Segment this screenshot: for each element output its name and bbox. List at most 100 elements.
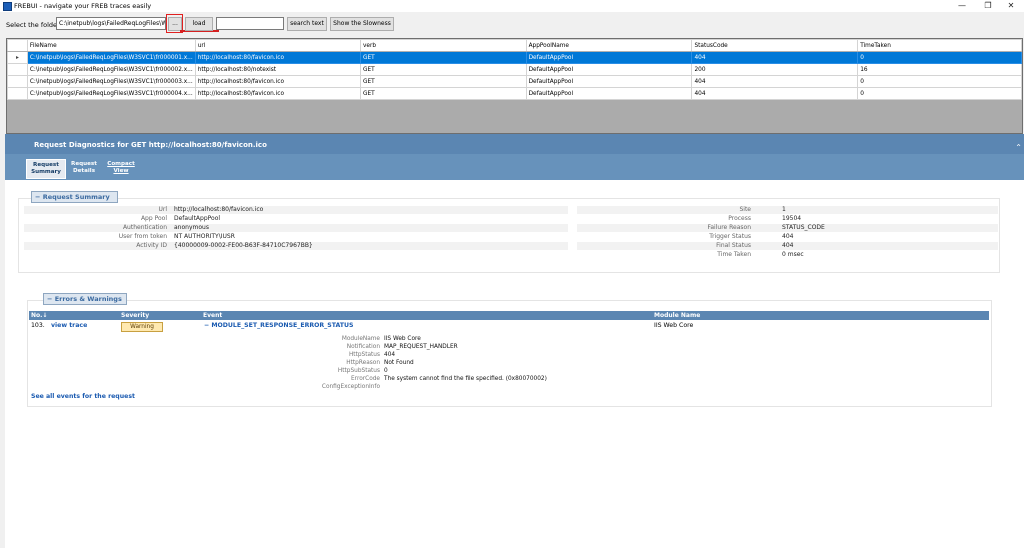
detail-value-text: 0 bbox=[384, 368, 388, 374]
search-text-button[interactable]: search text bbox=[287, 17, 327, 31]
cell-timetaken[interactable]: 0 bbox=[857, 51, 1022, 64]
detail-value-text: MAP_REQUEST_HANDLER bbox=[384, 344, 458, 350]
diagnostics-panel: Request Diagnostics for GET http://local… bbox=[5, 134, 1024, 548]
cell-verb[interactable]: GET bbox=[359, 51, 527, 64]
tab-compact-view[interactable]: Compact View bbox=[104, 159, 138, 179]
cell-filename[interactable]: C:\inetpub\logs\FailedReqLogFiles\W3SVC1… bbox=[26, 51, 196, 64]
tab-label: View bbox=[113, 167, 129, 174]
detail-row-configexceptioninfo: ConfigExceptionInfo bbox=[210, 383, 380, 391]
cell-apppool[interactable]: DefaultAppPool bbox=[525, 63, 693, 76]
summary-row-final-status: Final Status 404 bbox=[577, 242, 998, 250]
summary-value: {40000009-0002-FE00-B63F-84710C7967BB} bbox=[174, 242, 313, 249]
detail-value-text: Not Found bbox=[384, 360, 414, 366]
cell-apppool[interactable]: DefaultAppPool bbox=[525, 87, 693, 100]
col-filename[interactable]: FileName bbox=[26, 39, 196, 52]
cell-filename[interactable]: C:\inetpub\logs\FailedReqLogFiles\W3SVC1… bbox=[26, 63, 196, 76]
summary-value: 404 bbox=[782, 233, 794, 240]
detail-key: HttpSubStatus bbox=[337, 368, 380, 374]
summary-key: User from token bbox=[118, 233, 167, 240]
detail-key: ConfigExceptionInfo bbox=[321, 384, 380, 390]
see-all-events-link[interactable]: See all events for the request bbox=[31, 393, 135, 400]
detail-key: Notification bbox=[346, 344, 380, 350]
summary-key: App Pool bbox=[140, 215, 167, 222]
view-trace-link[interactable]: view trace bbox=[51, 322, 87, 329]
cell-timetaken[interactable]: 16 bbox=[857, 63, 1022, 76]
cell-url[interactable]: http://localhost:80/favicon.ico bbox=[194, 75, 361, 88]
cell-statuscode[interactable]: 200 bbox=[691, 63, 859, 76]
folder-path-input[interactable]: C:\inetpub\logs\FailedReqLogFiles\W bbox=[56, 17, 166, 30]
summary-row-app-pool: App Pool DefaultAppPool bbox=[24, 215, 568, 223]
cell-statuscode[interactable]: 404 bbox=[691, 51, 859, 64]
errors-warnings-legend[interactable]: − Errors & Warnings bbox=[43, 293, 127, 305]
col-module-name: Module Name bbox=[654, 312, 701, 319]
cell-filename[interactable]: C:\inetpub\logs\FailedReqLogFiles\W3SVC1… bbox=[26, 75, 196, 88]
table-row[interactable]: ▸ C:\inetpub\logs\FailedReqLogFiles\W3SV… bbox=[7, 51, 1022, 64]
summary-row-site: Site 1 bbox=[577, 206, 998, 214]
detail-key: ModuleName bbox=[341, 336, 380, 342]
cell-verb[interactable]: GET bbox=[359, 75, 527, 88]
cell-timetaken[interactable]: 0 bbox=[857, 87, 1022, 100]
errors-table-header: No.↓ Severity Event Module Name bbox=[29, 311, 989, 320]
cell-url[interactable]: http://localhost:80/favicon.ico bbox=[194, 87, 361, 100]
trace-grid[interactable]: FileName url verb AppPoolName StatusCode… bbox=[6, 38, 1023, 134]
load-button[interactable]: load bbox=[185, 17, 213, 31]
col-url[interactable]: url bbox=[194, 39, 361, 52]
toolbar: Select the folder C:\inetpub\logs\Failed… bbox=[0, 12, 1024, 36]
summary-row-authentication: Authentication anonymous bbox=[24, 224, 568, 232]
detail-value-text: The system cannot find the file specifie… bbox=[384, 376, 547, 382]
search-input[interactable] bbox=[216, 17, 284, 30]
summary-value: 19504 bbox=[782, 215, 802, 222]
tab-request-summary[interactable]: Request Summary bbox=[26, 159, 66, 179]
cell-statuscode[interactable]: 404 bbox=[691, 75, 859, 88]
detail-row-errorcode: ErrorCode bbox=[210, 375, 380, 383]
cell-timetaken[interactable]: 0 bbox=[857, 75, 1022, 88]
tab-label: Request bbox=[71, 161, 97, 167]
tab-request-details[interactable]: Request Details bbox=[69, 159, 99, 179]
close-button[interactable]: ✕ bbox=[998, 0, 1024, 12]
cell-statuscode[interactable]: 404 bbox=[691, 87, 859, 100]
detail-key: ErrorCode bbox=[351, 376, 380, 382]
col-verb[interactable]: verb bbox=[359, 39, 527, 52]
diagnostics-title: Request Diagnostics for GET http://local… bbox=[34, 141, 267, 149]
summary-value: http://localhost:80/favicon.ico bbox=[174, 206, 264, 213]
row-header bbox=[7, 63, 28, 76]
cell-verb[interactable]: GET bbox=[359, 63, 527, 76]
summary-row-time-taken: Time Taken 0 msec bbox=[577, 251, 998, 259]
summary-value: 0 msec bbox=[782, 251, 804, 258]
table-row[interactable]: C:\inetpub\logs\FailedReqLogFiles\W3SVC1… bbox=[7, 87, 1022, 100]
collapse-up-icon[interactable]: ⌃ bbox=[1015, 143, 1022, 152]
summary-row-failure-reason: Failure Reason STATUS_CODE bbox=[577, 224, 998, 232]
cell-url[interactable]: http://localhost:80/favicon.ico bbox=[194, 51, 361, 64]
minimize-button[interactable]: — bbox=[949, 0, 975, 12]
col-statuscode[interactable]: StatusCode bbox=[691, 39, 859, 52]
diagnostics-header: Request Diagnostics for GET http://local… bbox=[5, 134, 1024, 154]
col-no[interactable]: No.↓ bbox=[31, 312, 47, 319]
table-row[interactable]: C:\inetpub\logs\FailedReqLogFiles\W3SVC1… bbox=[7, 75, 1022, 88]
col-timetaken[interactable]: TimeTaken bbox=[857, 39, 1022, 52]
row-header bbox=[7, 87, 28, 100]
cell-apppool[interactable]: DefaultAppPool bbox=[525, 51, 693, 64]
summary-key: Trigger Status bbox=[709, 233, 751, 240]
request-summary-legend[interactable]: − Request Summary bbox=[31, 191, 118, 203]
col-severity: Severity bbox=[121, 312, 150, 319]
show-slowness-button[interactable]: Show the Slowness bbox=[330, 17, 394, 31]
summary-value: NT AUTHORITY\IUSR bbox=[174, 233, 235, 240]
col-apppool[interactable]: AppPoolName bbox=[525, 39, 693, 52]
error-module-name: IIS Web Core bbox=[654, 322, 694, 329]
error-row-number: 103. bbox=[31, 322, 45, 329]
summary-key: Final Status bbox=[716, 242, 751, 249]
cell-url[interactable]: http://localhost:80/notexist bbox=[194, 63, 361, 76]
window-title: FREBUI - navigate your FREB traces easil… bbox=[14, 2, 152, 10]
summary-key: Failure Reason bbox=[707, 224, 751, 231]
cell-apppool[interactable]: DefaultAppPool bbox=[525, 75, 693, 88]
table-row[interactable]: C:\inetpub\logs\FailedReqLogFiles\W3SVC1… bbox=[7, 63, 1022, 76]
tab-label: Summary bbox=[31, 168, 61, 175]
summary-key: Process bbox=[728, 215, 751, 222]
diagnostics-tabs: Request Summary Request Details Compact … bbox=[5, 154, 1024, 180]
event-module-set-response-error-status[interactable]: − MODULE_SET_RESPONSE_ERROR_STATUS bbox=[204, 322, 353, 329]
cell-filename[interactable]: C:\inetpub\logs\FailedReqLogFiles\W3SVC1… bbox=[26, 87, 196, 100]
summary-row-user: User from token NT AUTHORITY\IUSR bbox=[24, 233, 568, 241]
cell-verb[interactable]: GET bbox=[359, 87, 527, 100]
detail-row-notification: Notification bbox=[210, 343, 380, 351]
title-bar: FREBUI - navigate your FREB traces easil… bbox=[0, 0, 1024, 12]
